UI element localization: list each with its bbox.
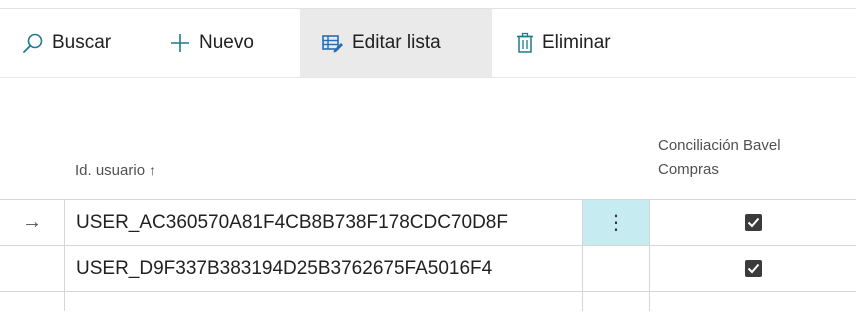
- sort-ascending-icon: ↑: [149, 162, 157, 178]
- edit-list-label: Editar lista: [352, 32, 441, 53]
- users-table: → USER_AC360570A81F4CB8B738F178CDC70D8F …: [0, 199, 856, 311]
- trash-icon: [516, 32, 534, 54]
- edit-list-icon: [322, 33, 344, 53]
- table-row-new[interactable]: [0, 291, 856, 311]
- user-id-cell[interactable]: USER_D9F337B383194D25B3762675FA5016F4: [64, 246, 582, 291]
- conciliacion-cell: [649, 200, 856, 245]
- column-header-conciliacion-line1: Conciliación Bavel: [658, 137, 781, 154]
- new-button[interactable]: Nuevo: [169, 9, 254, 77]
- row-selected-arrow-icon: →: [22, 211, 42, 233]
- action-toolbar: Buscar Nuevo Editar lista Eliminar: [0, 9, 856, 78]
- column-header-conciliacion[interactable]: Conciliación Bavel Compras: [658, 134, 781, 182]
- row-actions-cell[interactable]: [582, 246, 649, 291]
- row-actions-menu-icon[interactable]: ⋮: [582, 200, 649, 245]
- page: Buscar Nuevo Editar lista Eliminar Id. u…: [0, 0, 856, 316]
- conciliacion-cell: [649, 246, 856, 291]
- column-header-conciliacion-line2: Compras: [658, 161, 719, 178]
- row-selector[interactable]: [0, 292, 64, 311]
- row-selector[interactable]: [0, 246, 64, 291]
- search-button[interactable]: Buscar: [22, 9, 111, 77]
- delete-label: Eliminar: [542, 32, 611, 53]
- checkmark-icon: [747, 217, 759, 228]
- search-icon: [22, 32, 44, 54]
- edit-list-button[interactable]: Editar lista: [300, 9, 492, 77]
- checkmark-icon: [747, 263, 759, 274]
- row-actions-cell[interactable]: [582, 292, 649, 311]
- delete-button[interactable]: Eliminar: [516, 9, 611, 77]
- table-row[interactable]: USER_D9F337B383194D25B3762675FA5016F4: [0, 245, 856, 291]
- user-id-cell[interactable]: [64, 292, 582, 311]
- conciliacion-checkbox[interactable]: [744, 214, 762, 231]
- conciliacion-cell: [649, 292, 856, 311]
- search-label: Buscar: [52, 32, 112, 53]
- column-header-user-id-label: Id. usuario: [75, 162, 146, 179]
- conciliacion-checkbox[interactable]: [744, 260, 762, 277]
- user-id-cell[interactable]: USER_AC360570A81F4CB8B738F178CDC70D8F: [64, 200, 582, 245]
- new-label: Nuevo: [199, 32, 254, 53]
- plus-icon: [169, 32, 191, 54]
- table-row[interactable]: → USER_AC360570A81F4CB8B738F178CDC70D8F …: [0, 199, 856, 245]
- column-header-user-id[interactable]: Id. usuario ↑: [75, 162, 156, 179]
